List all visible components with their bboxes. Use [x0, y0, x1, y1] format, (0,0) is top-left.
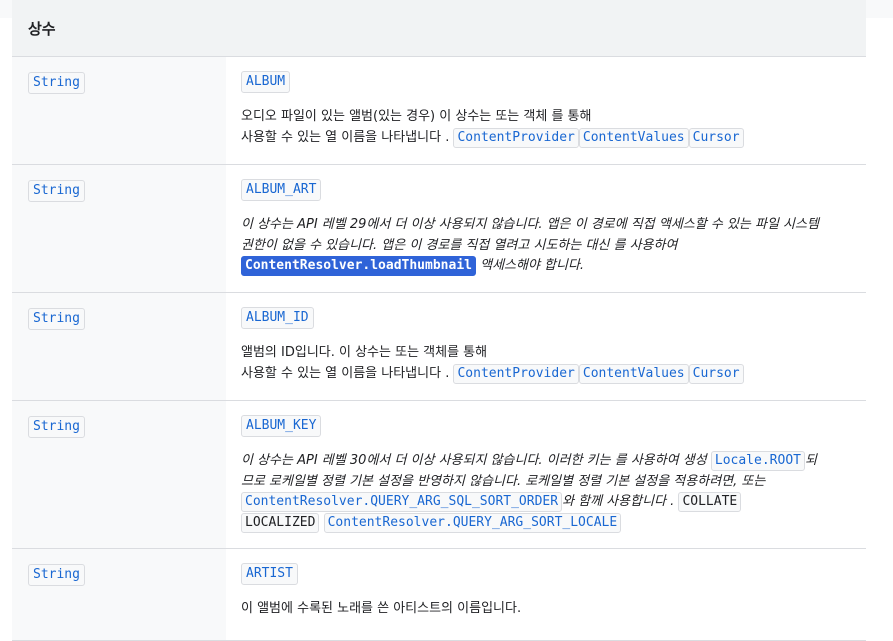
cursor-link[interactable]: Cursor: [688, 127, 744, 148]
query-arg-sql-sort-order-link[interactable]: ContentResolver.QUERY_ARG_SQL_SORT_ORDER: [241, 492, 563, 512]
collate-code: COLLATE: [678, 492, 742, 512]
localized-code: LOCALIZED: [241, 512, 320, 533]
deprecation-note: 이 상수는 API 레벨 29에서 더 이상 사용되지 않습니다. 앱은 이 경…: [241, 215, 866, 277]
constant-name[interactable]: ALBUM_ART: [241, 179, 322, 201]
content-provider-link[interactable]: ContentProvider: [453, 363, 579, 384]
constant-name[interactable]: ALBUM_KEY: [241, 415, 322, 437]
description-cell: ALBUM_KEY 이 상수는 API 레벨 30에서 더 이상 사용되지 않습…: [226, 401, 866, 548]
load-thumbnail-link[interactable]: ContentResolver.loadThumbnail: [241, 256, 476, 276]
type-cell: String: [12, 549, 226, 640]
type-link[interactable]: String: [28, 180, 85, 202]
constant-description: 오디오 파일이 있는 앨범(있는 경우) 이 상수는 또는 객체 를 통해 사용…: [241, 107, 866, 148]
type-link[interactable]: String: [28, 416, 85, 438]
query-arg-sort-locale-link[interactable]: ContentResolver.QUERY_ARG_SORT_LOCALE: [323, 512, 622, 533]
type-cell: String: [12, 401, 226, 548]
table-header: 상수: [12, 0, 866, 57]
type-cell: String: [12, 165, 226, 292]
type-cell: String: [12, 57, 226, 164]
description-cell: ARTIST 이 앨범에 수록된 노래를 쓴 아티스트의 이름입니다.: [226, 549, 866, 640]
description-cell: ALBUM_ID 앨범의 ID입니다. 이 상수는 또는 객체를 통해 사용할 …: [226, 293, 866, 400]
constant-description: 앨범의 ID입니다. 이 상수는 또는 객체를 통해 사용할 수 있는 열 이름…: [241, 343, 866, 384]
section-title: 상수: [28, 20, 56, 38]
deprecation-note: 이 상수는 API 레벨 30에서 더 이상 사용되지 않습니다. 이러한 키는…: [241, 451, 866, 533]
content-values-link[interactable]: ContentValues: [578, 127, 689, 148]
table-row: String ARTIST 이 앨범에 수록된 노래를 쓴 아티스트의 이름입니…: [12, 549, 866, 641]
description-cell: ALBUM_ART 이 상수는 API 레벨 29에서 더 이상 사용되지 않습…: [226, 165, 866, 292]
content-values-link[interactable]: ContentValues: [578, 363, 689, 384]
constants-table: 상수 String ALBUM 오디오 파일이 있는 앨범(있는 경우) 이 상…: [12, 0, 866, 641]
constant-description: 이 앨범에 수록된 노래를 쓴 아티스트의 이름입니다.: [241, 601, 522, 616]
locale-root-link[interactable]: Locale.ROOT: [710, 451, 805, 471]
constant-name[interactable]: ALBUM_ID: [241, 307, 314, 329]
type-cell: String: [12, 293, 226, 400]
table-row: String ALBUM_KEY 이 상수는 API 레벨 30에서 더 이상 …: [12, 401, 866, 549]
cursor-link[interactable]: Cursor: [688, 363, 744, 384]
constant-name[interactable]: ARTIST: [241, 563, 298, 585]
content-provider-link[interactable]: ContentProvider: [453, 127, 579, 148]
description-cell: ALBUM 오디오 파일이 있는 앨범(있는 경우) 이 상수는 또는 객체 를…: [226, 57, 866, 164]
type-link[interactable]: String: [28, 72, 85, 94]
table-row: String ALBUM_ART 이 상수는 API 레벨 29에서 더 이상 …: [12, 165, 866, 293]
constant-name[interactable]: ALBUM: [241, 71, 291, 93]
table-row: String ALBUM_ID 앨범의 ID입니다. 이 상수는 또는 객체를 …: [12, 293, 866, 401]
type-link[interactable]: String: [28, 308, 85, 330]
type-link[interactable]: String: [28, 564, 85, 586]
table-row: String ALBUM 오디오 파일이 있는 앨범(있는 경우) 이 상수는 …: [12, 57, 866, 165]
